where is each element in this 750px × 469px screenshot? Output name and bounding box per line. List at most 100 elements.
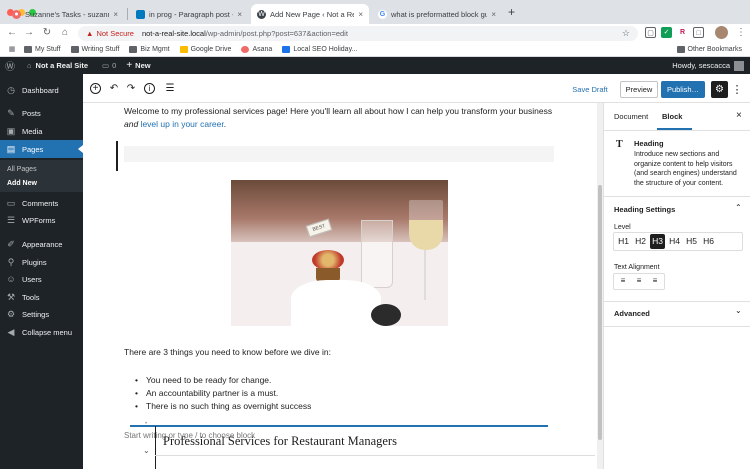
bookmark-local-seo[interactable]: Local SEO Holiday... [282, 45, 357, 53]
close-icon[interactable]: × [491, 10, 496, 19]
media-icon: ▣ [6, 126, 16, 136]
url-host: not-a-real-site.local [141, 29, 206, 38]
tab-document[interactable]: Document [614, 103, 648, 130]
wordpress-logo-icon[interactable]: Ⓦ [5, 58, 23, 73]
bookmark-asana[interactable]: Asana [241, 45, 272, 53]
pin-icon: ✎ [7, 108, 15, 118]
new-tab-button[interactable]: + [508, 5, 515, 19]
sidebar-item-tools[interactable]: ⚒ Tools [0, 289, 83, 305]
close-icon[interactable]: × [736, 110, 742, 121]
submenu-all-pages[interactable]: All Pages [0, 162, 83, 176]
sidebar-item-media[interactable]: ▣ Media [0, 123, 83, 139]
browser-tab-google[interactable]: G what is preformatted block gut × [372, 4, 502, 24]
level-h1-button[interactable]: H1 [616, 234, 631, 249]
sidebar-item-settings[interactable]: ⚙ Settings [0, 306, 83, 322]
chevron-up-icon[interactable]: ⌃ [735, 203, 742, 212]
sidebar-item-collapse-menu[interactable]: ◀ Collapse menu [0, 324, 83, 340]
home-icon[interactable]: ⌂ [58, 24, 72, 42]
heading-block[interactable]: Professional Services for Restaurant Man… [163, 434, 397, 449]
sidebar-item-appearance[interactable]: ✐ Appearance [0, 236, 83, 252]
extension-box-icon[interactable]: □ [693, 27, 704, 38]
url-bar[interactable]: ▲ Not Secure not-a-real-site.local /wp-a… [78, 26, 638, 41]
browser-tab-asana[interactable]: ● Suzanne's Tasks - suzannesca × [6, 4, 124, 24]
close-icon[interactable]: × [358, 10, 363, 19]
text-alignment-label: Text Alignment [614, 264, 660, 271]
level-h5-button[interactable]: H5 [684, 234, 699, 249]
bullet-list[interactable]: • You need to be ready for change. • An ac… [135, 374, 555, 413]
close-icon[interactable]: × [113, 10, 118, 19]
site-name-link[interactable]: Not a Real Site [36, 61, 89, 70]
back-icon[interactable]: ← [5, 24, 19, 42]
extension-r-icon[interactable]: R [677, 27, 688, 38]
sidebar-item-dashboard[interactable]: ◷ Dashboard [0, 82, 83, 98]
apps-icon[interactable]: ▦ [0, 42, 24, 57]
heading-block-icon: T [616, 139, 623, 150]
chevron-down-icon[interactable]: ⌄ [735, 306, 742, 315]
avatar[interactable] [734, 60, 744, 71]
heading-settings-title[interactable]: Heading Settings [614, 205, 675, 214]
sidebar-item-plugins[interactable]: ⚲ Plugins [0, 254, 83, 270]
settings-icon: ⚙ [6, 309, 16, 319]
reload-icon[interactable]: ↻ [40, 24, 54, 42]
align-left-icon[interactable]: ≡ [616, 274, 630, 288]
collapse-icon: ◀ [7, 327, 15, 337]
align-center-icon[interactable]: ≡ [632, 274, 646, 288]
napkin [291, 280, 381, 326]
block-cursor [116, 141, 118, 171]
extension-icon[interactable]: ▢ [645, 27, 656, 38]
advanced-panel-title[interactable]: Advanced [614, 309, 650, 318]
redo-icon[interactable]: ↷ [124, 82, 138, 96]
submenu-add-new[interactable]: Add New [0, 176, 83, 190]
forward-icon[interactable]: → [22, 24, 36, 42]
undo-icon[interactable]: ↶ [107, 82, 121, 96]
add-block-icon[interactable]: + [90, 83, 101, 94]
settings-gear-icon[interactable]: ⚙ [711, 81, 728, 98]
publish-button[interactable]: Publish… [661, 81, 705, 98]
howdy-user-link[interactable]: Howdy, sescacca [672, 61, 730, 70]
empty-block[interactable] [124, 146, 554, 162]
divider [604, 326, 750, 327]
bookmark-writing-stuff[interactable]: Writing Stuff [70, 45, 119, 53]
comments-icon: ▭ [6, 198, 16, 208]
tab-divider [127, 8, 128, 20]
comments-icon[interactable]: ▭ [102, 61, 109, 70]
level-h3-button[interactable]: H3 [650, 234, 665, 249]
more-options-icon[interactable]: ⋮ [732, 81, 743, 98]
chevron-down-icon[interactable]: ⌄ [143, 446, 150, 455]
list-view-icon[interactable]: ☰ [163, 82, 177, 96]
browser-menu-icon[interactable]: ⋮ [736, 27, 746, 38]
tab-block[interactable]: Block [662, 103, 682, 130]
comments-count: 0 [112, 61, 117, 70]
level-h2-button[interactable]: H2 [633, 234, 648, 249]
sidebar-item-users[interactable]: ☺ Users [0, 271, 83, 287]
browser-tab-wordpress[interactable]: W Add New Page ‹ Not a Real Sit × [251, 4, 369, 24]
info-icon[interactable]: i [144, 83, 155, 94]
sidebar-item-wpforms[interactable]: ☰ WPForms [0, 212, 83, 228]
tools-icon: ⚒ [6, 292, 16, 302]
bookmark-google-drive[interactable]: Google Drive [179, 45, 231, 53]
save-draft-button[interactable]: Save Draft [570, 81, 610, 98]
align-right-icon[interactable]: ≡ [648, 274, 662, 288]
bookmark-my-stuff[interactable]: My Stuff [24, 45, 61, 53]
sidebar-item-posts[interactable]: ✎ Posts [0, 105, 83, 121]
sidebar-item-comments[interactable]: ▭ Comments [0, 195, 83, 211]
cupcake [312, 250, 344, 270]
scrollbar-thumb[interactable] [598, 185, 602, 440]
new-content-link[interactable]: New [135, 61, 150, 70]
other-bookmarks[interactable]: Other Bookmarks [676, 45, 742, 53]
career-link[interactable]: level up in your career [141, 119, 224, 129]
extension-green-icon[interactable]: ✓ [661, 27, 672, 38]
profile-avatar[interactable] [715, 26, 728, 39]
close-icon[interactable]: × [237, 10, 242, 19]
editor-canvas: Welcome to my professional services page… [83, 103, 597, 469]
level-h6-button[interactable]: H6 [701, 234, 716, 249]
intro-paragraph[interactable]: Welcome to my professional services page… [124, 105, 554, 130]
preview-button[interactable]: Preview [620, 81, 658, 98]
bookmark-biz-mgmt[interactable]: Biz Mgmt [129, 45, 170, 53]
restaurant-image[interactable]: BEST [231, 180, 448, 326]
browser-tab-trello[interactable]: in prog - Paragraph post - Gu × [130, 4, 248, 24]
things-paragraph[interactable]: There are 3 things you need to know befo… [124, 346, 554, 359]
sidebar-item-pages[interactable]: ▤ Pages [0, 140, 83, 158]
level-h4-button[interactable]: H4 [667, 234, 682, 249]
star-icon[interactable]: ☆ [622, 28, 630, 39]
